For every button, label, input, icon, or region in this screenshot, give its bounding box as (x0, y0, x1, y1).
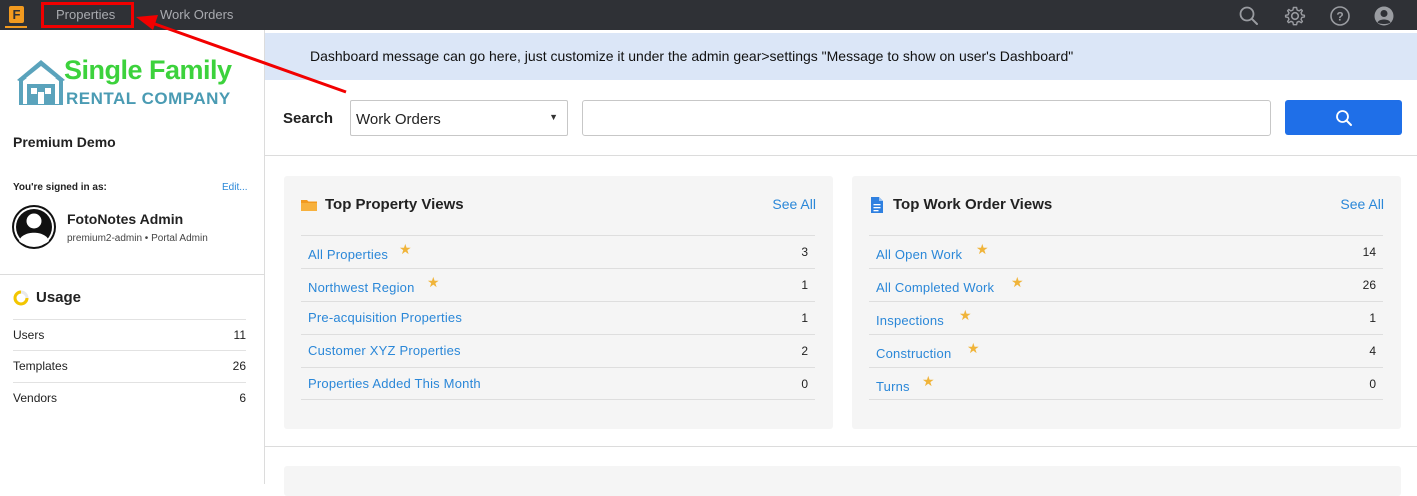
see-all-properties-link[interactable]: See All (772, 196, 816, 212)
work-order-view-row[interactable]: Inspections ★ 1 (869, 301, 1383, 334)
work-order-view-row[interactable]: All Completed Work ★ 26 (869, 268, 1383, 301)
work-order-view-link[interactable]: All Completed Work (876, 280, 994, 295)
work-order-view-count: 14 (1362, 245, 1376, 259)
avatar-person-icon (14, 207, 54, 247)
work-order-view-link[interactable]: Turns (876, 379, 910, 394)
dashboard-message-bar: Dashboard message can go here, just cust… (265, 33, 1417, 80)
search-type-select[interactable]: Work Orders ▼ (350, 100, 568, 136)
divider (301, 399, 815, 400)
work-order-view-row[interactable]: All Open Work ★ 14 (869, 235, 1383, 268)
search-button[interactable] (1285, 100, 1402, 135)
organization-name: Premium Demo (13, 134, 116, 150)
work-order-view-count: 0 (1369, 377, 1376, 391)
property-view-count: 1 (801, 311, 808, 325)
divider (869, 399, 1383, 400)
avatar[interactable] (12, 205, 56, 249)
property-view-link[interactable]: All Properties (308, 247, 388, 262)
usage-title: Usage (36, 289, 82, 306)
star-icon[interactable]: ★ (399, 241, 412, 258)
property-view-row[interactable]: All Properties ★ 3 (301, 235, 815, 268)
property-view-link[interactable]: Customer XYZ Properties (308, 343, 461, 358)
svg-text:?: ? (1336, 10, 1343, 24)
usage-value: 26 (232, 359, 246, 373)
brand-tagline: RENTAL COMPANY (66, 89, 231, 108)
see-all-work-orders-link[interactable]: See All (1340, 196, 1384, 212)
app-logo-letter: F (12, 7, 21, 22)
signed-in-label: You're signed in as: (13, 182, 107, 193)
star-icon[interactable]: ★ (1011, 274, 1024, 291)
user-name: FotoNotes Admin (67, 211, 184, 227)
search-icon (1336, 110, 1352, 126)
account-icon[interactable] (1373, 5, 1395, 27)
usage-gauge-icon (13, 290, 29, 306)
work-order-view-count: 26 (1362, 278, 1376, 292)
search-bar: Search Work Orders ▼ (265, 80, 1417, 156)
star-icon[interactable]: ★ (922, 373, 935, 390)
dashboard-message: Dashboard message can go here, just cust… (310, 48, 1074, 64)
property-view-row[interactable]: Pre-acquisition Properties 1 (301, 301, 815, 334)
user-role: premium2-admin • Portal Admin (67, 233, 208, 244)
divider (0, 274, 264, 275)
property-view-row[interactable]: Customer XYZ Properties 2 (301, 334, 815, 367)
card-title: Top Work Order Views (893, 196, 1053, 213)
search-icon[interactable] (1238, 5, 1260, 27)
help-icon[interactable]: ? (1329, 5, 1351, 27)
property-view-link[interactable]: Pre-acquisition Properties (308, 310, 462, 325)
edit-profile-link[interactable]: Edit... (222, 182, 248, 193)
brand-name: Single Family (64, 55, 232, 85)
gear-icon[interactable] (1284, 5, 1306, 27)
star-icon[interactable]: ★ (427, 274, 440, 291)
star-icon[interactable]: ★ (976, 241, 989, 258)
usage-row: Templates 26 (13, 350, 246, 382)
app-logo-icon[interactable]: F (9, 6, 24, 23)
work-order-view-row[interactable]: Turns ★ 0 (869, 367, 1383, 400)
work-order-view-link[interactable]: Inspections (876, 313, 944, 328)
sidebar: Single Family RENTAL COMPANY Premium Dem… (0, 30, 265, 484)
search-input[interactable] (582, 100, 1271, 136)
usage-row: Users 11 (13, 319, 246, 351)
folder-icon (301, 200, 317, 211)
dropdown-arrow-icon: ▼ (549, 112, 558, 122)
work-order-view-link[interactable]: All Open Work (876, 247, 962, 262)
search-label: Search (283, 110, 334, 127)
property-view-row[interactable]: Properties Added This Month 0 (301, 367, 815, 400)
search-type-value: Work Orders (356, 111, 441, 128)
star-icon[interactable]: ★ (967, 340, 980, 357)
property-view-row[interactable]: Northwest Region ★ 1 (301, 268, 815, 301)
usage-value: 11 (233, 328, 246, 342)
property-view-link[interactable]: Northwest Region (308, 280, 415, 295)
usage-row: Vendors 6 (13, 382, 246, 414)
star-icon[interactable]: ★ (959, 307, 972, 324)
usage-label: Vendors (13, 391, 58, 405)
top-work-order-views-card: Top Work Order Views See All All Open Wo… (852, 176, 1401, 429)
card-title: Top Property Views (325, 196, 464, 213)
work-order-view-row[interactable]: Construction ★ 4 (869, 334, 1383, 367)
top-property-views-card: Top Property Views See All All Propertie… (284, 176, 833, 429)
document-icon (871, 197, 883, 213)
property-view-count: 2 (801, 344, 808, 358)
annotation-highlight-box (41, 2, 134, 28)
work-order-view-link[interactable]: Construction (876, 346, 951, 361)
usage-value: 6 (239, 391, 246, 405)
usage-label: Templates (13, 359, 68, 373)
usage-label: Users (13, 328, 45, 342)
house-logo-icon (17, 60, 65, 105)
work-order-view-count: 1 (1369, 311, 1376, 325)
tab-work-orders[interactable]: Work Orders (160, 7, 233, 22)
property-view-link[interactable]: Properties Added This Month (308, 376, 481, 391)
work-order-view-count: 4 (1369, 344, 1376, 358)
active-indicator (5, 26, 27, 28)
property-view-count: 3 (801, 245, 808, 259)
dashboard-card (284, 466, 1401, 496)
top-nav-bar: F Properties Work Orders ? (0, 0, 1417, 30)
divider (265, 446, 1417, 447)
property-view-count: 0 (801, 377, 808, 391)
property-view-count: 1 (801, 278, 808, 292)
